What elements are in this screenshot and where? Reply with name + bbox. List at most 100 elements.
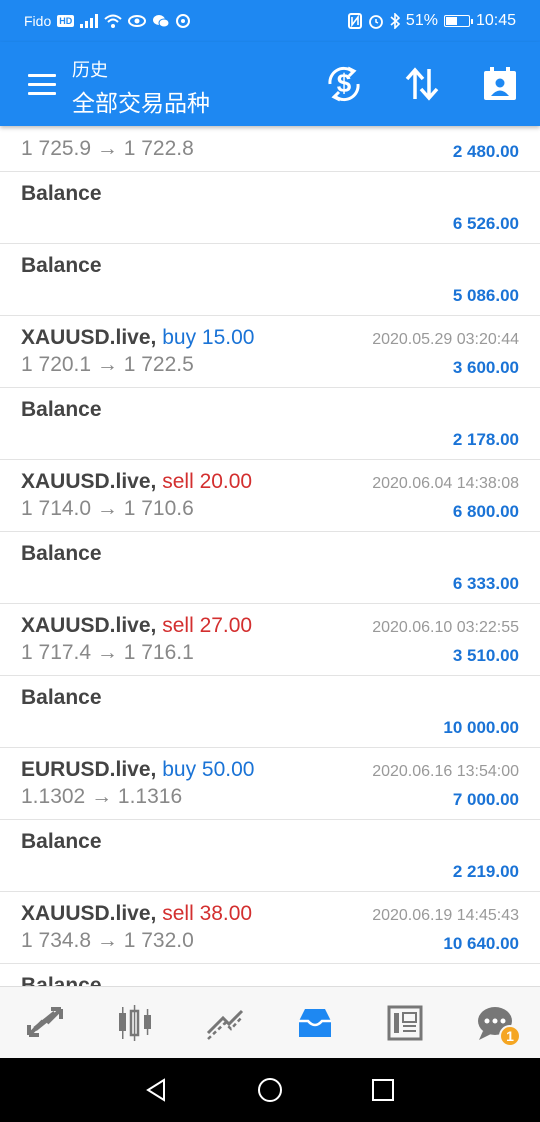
signal-icon [80, 14, 99, 28]
page-title[interactable]: 全部交易品种 [72, 84, 210, 118]
clock: 10:45 [475, 12, 516, 29]
trade-symbol: XAUUSD.live [21, 614, 151, 637]
trade-prices: 1 725.9 → 1 722.8 [21, 137, 194, 160]
app-bar: 历史 全部交易品种 $ [0, 42, 540, 126]
history-list[interactable]: 1 725.9 → 1 722.8 2 480.00 Balance 6 526.00… [0, 126, 540, 986]
tab-quotes[interactable] [15, 993, 75, 1053]
alarm-icon [369, 15, 383, 29]
news-icon [387, 1005, 423, 1040]
title-separator: , [150, 758, 163, 781]
trade-type: sell 20.00 [162, 470, 253, 493]
balance-row[interactable]: Balance 10 000.00 [0, 676, 540, 748]
trade-title: XAUUSD.live, sell 20.00 [21, 470, 252, 494]
sort-arrows-icon [405, 67, 439, 101]
battery-icon [443, 15, 473, 27]
trade-time: 2020.06.19 14:45:43 [372, 907, 519, 924]
trade-symbol: EURUSD.live [21, 758, 151, 781]
balance-row[interactable]: Balance [0, 964, 540, 986]
balance-label: Balance [21, 974, 102, 986]
trade-type: sell 38.00 [162, 902, 253, 925]
quotes-arrows-icon [27, 1006, 63, 1037]
eye-icon [128, 15, 147, 27]
recents-square-icon [372, 1079, 395, 1101]
balance-label: Balance [21, 830, 102, 853]
profit-value: 6 800.00 [452, 502, 519, 521]
profit-value: 2 480.00 [452, 142, 519, 161]
balance-row[interactable]: Balance 6 333.00 [0, 532, 540, 604]
trade-row[interactable]: 1 725.9 → 1 722.8 2 480.00 [0, 126, 540, 172]
balance-row[interactable]: Balance 2 178.00 [0, 388, 540, 460]
trade-line-icon [206, 1009, 244, 1040]
balance-row[interactable]: Balance 6 526.00 [0, 172, 540, 244]
profit-value: 10 640.00 [443, 934, 519, 953]
balance-label: Balance [21, 398, 102, 421]
bottom-tab-bar: 1 [0, 986, 540, 1058]
trade-time: 2020.06.16 13:54:00 [372, 763, 519, 780]
menu-icon[interactable] [28, 74, 56, 96]
trade-time: 2020.06.10 03:22:55 [372, 619, 519, 636]
profit-value: 7 000.00 [452, 790, 519, 809]
status-bar: Fido HD 51% 10:45 [0, 0, 540, 42]
trade-prices: 1 714.0 → 1 710.6 [21, 497, 194, 520]
trade-symbol: XAUUSD.live [21, 902, 151, 925]
trade-row[interactable]: 2020.06.16 13:54:00 1.1302 → 1.1316 EURUSD… [0, 748, 540, 820]
trade-symbol: XAUUSD.live [21, 326, 151, 349]
balance-label: Balance [21, 182, 102, 205]
tab-trade[interactable] [195, 993, 255, 1053]
back-triangle-icon [145, 1078, 165, 1102]
balance-label: Balance [21, 686, 102, 709]
trade-prices: 1 720.1 → 1 722.5 [21, 353, 194, 376]
status-left: Fido HD [24, 12, 191, 30]
candlestick-icon [119, 1004, 151, 1041]
trade-title: XAUUSD.live, sell 38.00 [21, 902, 252, 926]
balance-row[interactable]: Balance 5 086.00 [0, 244, 540, 316]
tab-history[interactable] [285, 993, 345, 1053]
trade-row[interactable]: 2020.05.29 03:20:44 1 720.1 → 1 722.5 XAUU… [0, 316, 540, 388]
trade-time: 2020.05.29 03:20:44 [372, 331, 519, 348]
calendar-person-icon [484, 67, 516, 100]
home-button[interactable] [240, 1060, 300, 1120]
profit-value: 2 219.00 [452, 862, 519, 881]
trade-title: XAUUSD.live, buy 15.00 [21, 326, 254, 350]
back-button[interactable] [127, 1060, 187, 1120]
trade-row[interactable]: 2020.06.10 03:22:55 1 717.4 → 1 716.1 XAUU… [0, 604, 540, 676]
wechat-icon [153, 15, 170, 28]
home-circle-icon [257, 1078, 282, 1102]
recents-button[interactable] [353, 1060, 413, 1120]
sort-button[interactable] [400, 64, 444, 104]
profit-value: 2 178.00 [452, 430, 519, 449]
trade-row[interactable]: 2020.06.04 14:38:08 1 714.0 → 1 710.6 XAUU… [0, 460, 540, 532]
title-separator: , [150, 902, 163, 925]
trade-type: sell 27.00 [162, 614, 253, 637]
trade-type: buy 15.00 [162, 326, 255, 349]
wifi-icon [104, 14, 122, 28]
title-separator: , [150, 614, 163, 637]
profit-value: 3 600.00 [452, 358, 519, 377]
profit-value: 3 510.00 [452, 646, 519, 665]
trade-row[interactable]: 2020.06.19 14:45:43 1 734.8 → 1 732.0 XAUU… [0, 892, 540, 964]
hd-badge: HD [57, 15, 75, 27]
trade-prices: 1 734.8 → 1 732.0 [21, 929, 194, 952]
trade-time: 2020.06.04 14:38:08 [372, 475, 519, 492]
notification-badge: 1 [499, 1024, 521, 1047]
calendar-button[interactable] [478, 64, 522, 104]
profit-value: 6 526.00 [452, 214, 519, 233]
balance-row[interactable]: Balance 2 219.00 [0, 820, 540, 892]
title-separator: , [150, 326, 163, 349]
bluetooth-icon [390, 13, 400, 29]
trade-prices: 1 717.4 → 1 716.1 [21, 641, 194, 664]
carrier-name: Fido [24, 13, 52, 29]
profit-value: 6 333.00 [452, 574, 519, 593]
trade-type: buy 50.00 [162, 758, 255, 781]
profit-value: 5 086.00 [452, 286, 519, 305]
system-nav-bar [0, 1058, 540, 1122]
tab-messages[interactable]: 1 [465, 993, 525, 1053]
balance-label: Balance [21, 254, 102, 277]
tab-chart[interactable] [105, 993, 165, 1053]
inbox-icon [299, 1008, 331, 1037]
balance-label: Balance [21, 542, 102, 565]
trade-symbol: XAUUSD.live [21, 470, 151, 493]
tab-news[interactable] [375, 993, 435, 1053]
deposit-withdraw-button[interactable]: $ [322, 64, 366, 104]
trade-prices: 1.1302 → 1.1316 [21, 785, 183, 808]
